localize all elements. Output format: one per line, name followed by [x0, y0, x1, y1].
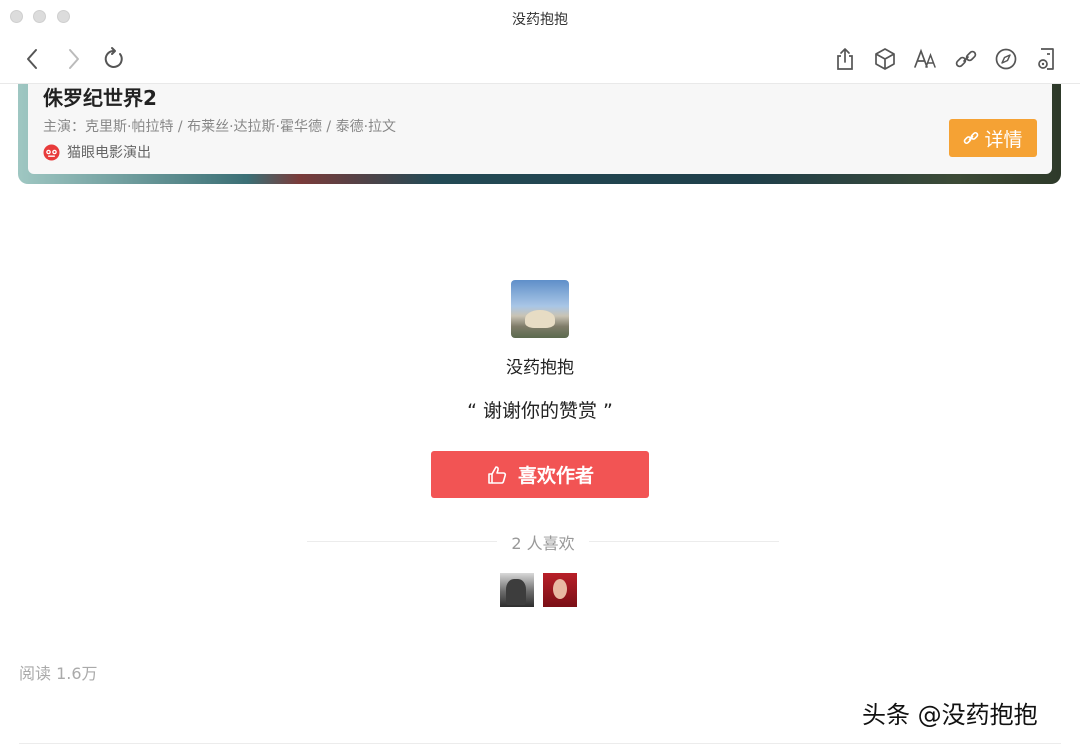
likes-count-row: 2 人喜欢: [307, 530, 779, 553]
toolbar: [0, 36, 1080, 84]
movie-card[interactable]: 侏罗纪世界2 主演：克里斯·帕拉特 / 布莱丝·达拉斯·霍华德 / 泰德·拉文 …: [28, 84, 1052, 174]
font-size-icon: [914, 48, 936, 68]
author-avatar[interactable]: [511, 280, 569, 338]
speaker-icon: [1038, 48, 1054, 70]
maoyan-logo-icon: [43, 144, 60, 160]
movie-source-label: 猫眼电影演出: [67, 145, 151, 161]
compass-icon: [995, 48, 1017, 70]
detail-button-label: 详情: [984, 128, 1023, 151]
box-button[interactable]: [872, 46, 898, 72]
link-icon: [955, 50, 977, 68]
window-title: 没药抱抱: [512, 12, 568, 28]
reload-button[interactable]: [101, 46, 127, 72]
open-in-browser-button[interactable]: [993, 46, 1019, 72]
share-icon: [837, 48, 853, 70]
copy-link-button[interactable]: [953, 46, 979, 72]
back-button[interactable]: [20, 46, 46, 72]
author-name[interactable]: 没药抱抱: [0, 353, 1080, 378]
link-icon: [964, 132, 979, 144]
divider: [19, 743, 1061, 744]
fan-avatar[interactable]: [500, 573, 534, 607]
divider: [589, 541, 779, 542]
like-author-label: 喜欢作者: [517, 465, 594, 487]
share-button[interactable]: [832, 46, 858, 72]
movie-source: 猫眼电影演出: [43, 142, 151, 162]
window-titlebar: 没药抱抱: [0, 0, 1080, 36]
thumbs-up-icon: [488, 465, 507, 484]
read-aloud-button[interactable]: [1033, 46, 1059, 72]
movie-title: 侏罗纪世界2: [43, 86, 157, 110]
box-icon: [875, 48, 895, 70]
detail-button[interactable]: 详情: [949, 119, 1037, 157]
font-size-button[interactable]: [912, 46, 938, 72]
like-author-button[interactable]: 喜欢作者: [431, 451, 649, 498]
likes-count: 2 人喜欢: [511, 534, 575, 553]
forward-icon: [69, 49, 79, 69]
forward-button[interactable]: [60, 46, 86, 72]
fan-avatar[interactable]: [543, 573, 577, 607]
movie-cast: 主演：克里斯·帕拉特 / 布莱丝·达拉斯·霍华德 / 泰德·拉文: [43, 119, 397, 135]
read-count: 阅读 1.6万: [19, 664, 98, 683]
watermark: 头条 @没药抱抱: [862, 701, 1038, 729]
back-icon: [27, 49, 37, 69]
reward-thanks-text: “ 谢谢你的赞赏 ”: [467, 400, 613, 422]
reload-icon: [104, 47, 123, 68]
